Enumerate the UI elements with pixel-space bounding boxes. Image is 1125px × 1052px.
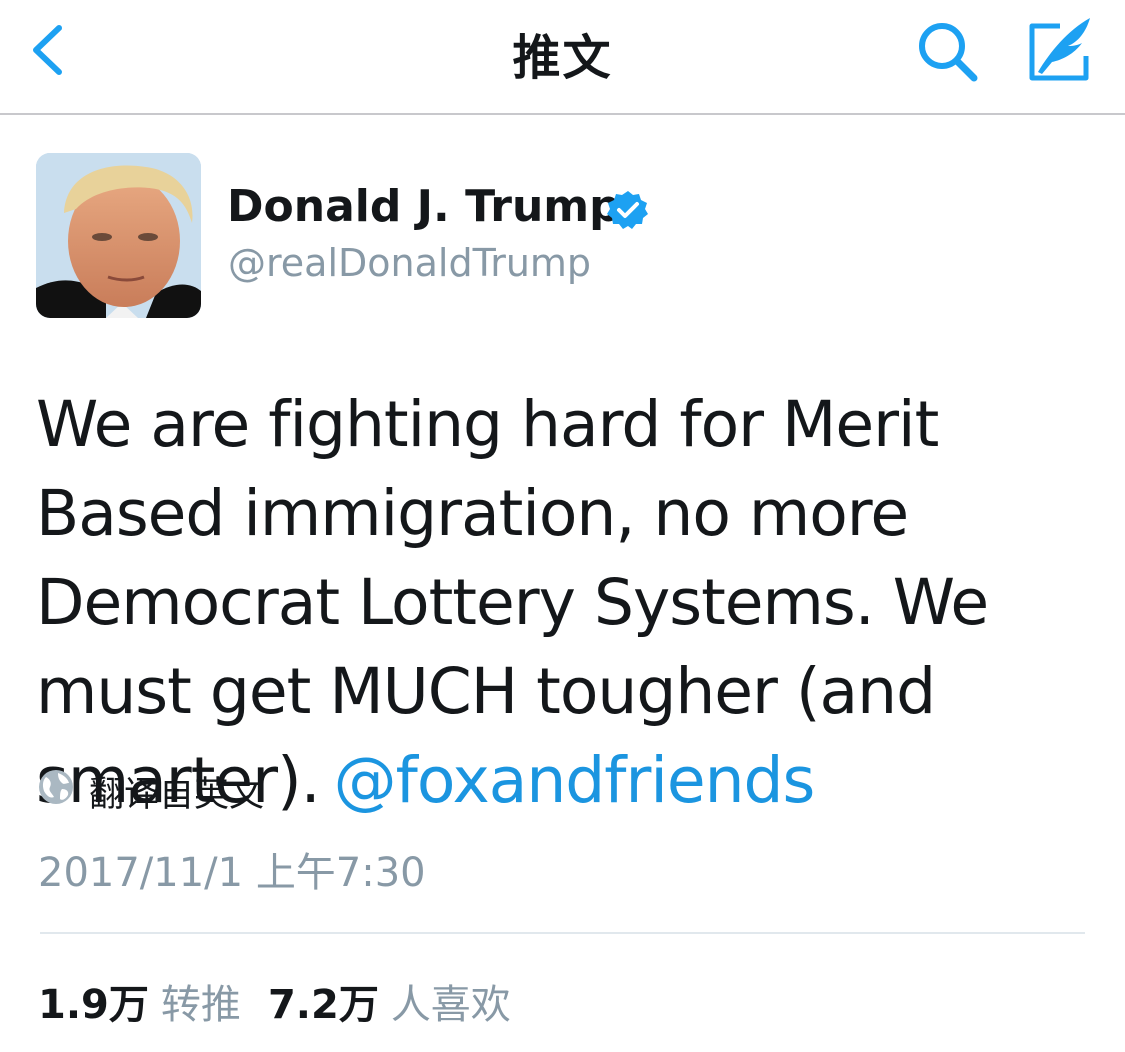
- avatar[interactable]: [36, 153, 201, 318]
- author-handle[interactable]: @realDonaldTrump: [228, 241, 591, 285]
- divider: [40, 932, 1085, 934]
- profile-photo-icon: [36, 153, 201, 318]
- compose-tweet-button[interactable]: [1024, 12, 1098, 86]
- mention-link[interactable]: @foxandfriends: [334, 744, 816, 817]
- tweet-detail-screen: 推文 Donald J. Trump @realDonaldTrump We a…: [0, 0, 1125, 1052]
- likes-label: 人喜欢: [390, 982, 511, 1028]
- translate-label: 翻译自英文: [89, 775, 265, 815]
- verified-badge-icon: [607, 191, 648, 229]
- retweets-count: 1.9万: [38, 982, 149, 1028]
- author-name[interactable]: Donald J. Trump: [227, 181, 621, 232]
- likes-count: 7.2万: [267, 982, 379, 1028]
- tweet-stats: 1.9万 转推 7.2万 人喜欢: [38, 972, 533, 1028]
- search-icon: [919, 23, 978, 82]
- retweets-stat[interactable]: 1.9万 转推: [38, 972, 241, 1030]
- tweet-text: We are fighting hard for Merit Based imm…: [36, 380, 1096, 825]
- globe-icon: [39, 770, 73, 804]
- retweets-label: 转推: [160, 982, 241, 1028]
- nav-bar: 推文: [0, 0, 1125, 115]
- compose-tweet-icon: [1029, 18, 1090, 81]
- tweet-timestamp: 2017/11/1 上午7:30: [38, 850, 426, 896]
- search-button[interactable]: [914, 18, 984, 88]
- likes-stat[interactable]: 7.2万 人喜欢: [268, 972, 511, 1030]
